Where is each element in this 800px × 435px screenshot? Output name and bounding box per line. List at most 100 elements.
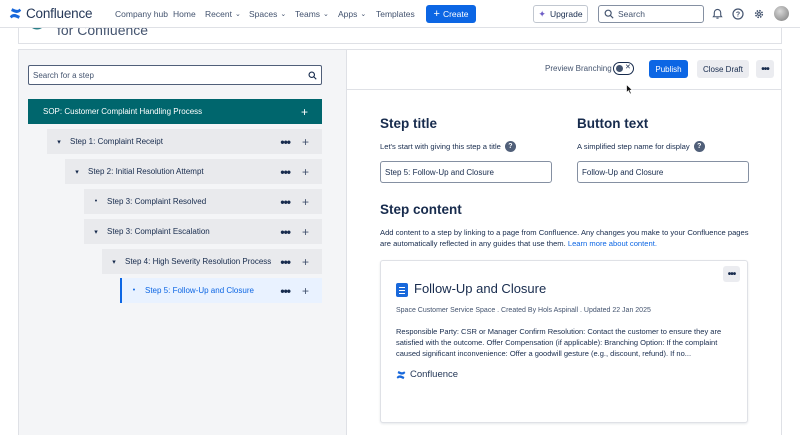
nav-teams[interactable]: Teams ⌄ <box>295 9 329 19</box>
button-text-input[interactable]: Follow-Up and Closure <box>577 161 749 183</box>
chevron-down-icon: ⌄ <box>280 11 287 18</box>
card-meta: Space Customer Service Space . Created B… <box>396 307 651 314</box>
nav-label: Templates <box>376 9 415 19</box>
notifications-bell-icon[interactable] <box>710 7 724 21</box>
button-text-description: A simplified step name for display ? <box>577 141 705 152</box>
step-title-value: Step 5: Follow-Up and Closure <box>385 167 494 177</box>
add-step-icon[interactable]: + <box>302 255 309 269</box>
create-button[interactable]: + Create <box>426 5 476 23</box>
help-icon[interactable]: ? <box>504 141 516 152</box>
collapse-chevron-icon[interactable]: ▾ <box>91 228 101 236</box>
nav-home[interactable]: Home <box>173 9 196 19</box>
tree-item-label: Step 4: High Severity Resolution Process <box>125 257 272 266</box>
tree-item-step-4[interactable]: ▾ Step 4: High Severity Resolution Proce… <box>102 249 322 274</box>
sparkle-icon: ✦ <box>538 8 546 19</box>
preview-branching-toggle[interactable]: ✕ <box>613 62 634 75</box>
button-text-heading: Button text <box>577 116 649 131</box>
leaf-bullet-icon: • <box>94 198 98 205</box>
more-options-button[interactable]: ••• <box>756 60 774 78</box>
linked-page-card[interactable]: ••• Follow-Up and Closure Space Customer… <box>380 260 748 423</box>
card-more-button[interactable]: ••• <box>723 266 740 282</box>
user-avatar[interactable] <box>774 6 789 21</box>
page-header-title: for Confluence <box>57 28 149 38</box>
more-actions-icon[interactable]: ••• <box>280 135 291 149</box>
tree-item-label: Step 3: Complaint Resolved <box>107 197 207 206</box>
tree-item-step-2[interactable]: ▾ Step 2: Initial Resolution Attempt •••… <box>65 159 322 184</box>
svg-text:?: ? <box>736 12 740 19</box>
tree-item-label: Step 3: Complaint Escalation <box>107 227 210 236</box>
more-icon: ••• <box>761 63 769 75</box>
confluence-logo[interactable]: Confluence <box>9 6 93 21</box>
card-brand-name: Confluence <box>410 369 459 380</box>
step-tree-panel: Search for a step SOP: Customer Complain… <box>19 50 347 435</box>
preview-branching-label: Preview Branching <box>545 64 612 73</box>
step-title-input[interactable]: Step 5: Follow-Up and Closure <box>380 161 552 183</box>
chevron-down-icon: ⌄ <box>323 11 329 18</box>
nav-company-hub[interactable]: Company hub <box>115 9 168 19</box>
add-step-icon[interactable]: + <box>302 284 309 298</box>
more-actions-icon[interactable]: ••• <box>280 284 291 298</box>
collapse-chevron-icon[interactable]: ▾ <box>54 138 64 146</box>
confluence-logo-icon <box>9 8 22 19</box>
tree-item-step-3-resolved[interactable]: • Step 3: Complaint Resolved ••• + <box>84 189 322 214</box>
button-text-description-text: A simplified step name for display <box>577 142 690 151</box>
nav-label: Apps <box>338 9 358 19</box>
help-icon[interactable]: ? <box>731 7 745 21</box>
more-actions-icon[interactable]: ••• <box>280 165 291 179</box>
tree-item-label: Step 1: Complaint Receipt <box>70 137 163 146</box>
add-step-icon[interactable]: + <box>302 165 309 179</box>
step-editor-panel: Preview Branching ✕ Publish Close Draft … <box>347 50 781 435</box>
card-source-brand: Confluence <box>396 369 458 380</box>
nav-templates[interactable]: Templates <box>376 9 415 19</box>
nav-spaces[interactable]: Spaces ⌄ <box>249 9 286 19</box>
nav-label: Spaces <box>249 9 278 19</box>
publish-button[interactable]: Publish <box>649 60 688 78</box>
step-title-description-text: Let's start with giving this step a titl… <box>380 142 501 151</box>
chevron-down-icon: ⌄ <box>234 11 241 18</box>
tree-item-label: Step 5: Follow-Up and Closure <box>145 286 254 295</box>
upgrade-button[interactable]: ✦ Upgrade <box>533 5 588 23</box>
add-step-icon[interactable]: + <box>302 195 309 209</box>
search-icon <box>308 70 317 80</box>
nav-apps[interactable]: Apps ⌄ <box>338 9 366 19</box>
more-actions-icon[interactable]: ••• <box>280 195 291 209</box>
add-step-icon[interactable]: + <box>302 135 309 149</box>
step-content-heading: Step content <box>380 202 462 217</box>
close-draft-button[interactable]: Close Draft <box>697 60 749 78</box>
tree-item-step-5[interactable]: • Step 5: Follow-Up and Closure ••• + <box>120 278 322 303</box>
tree-item-step-1[interactable]: ▾ Step 1: Complaint Receipt ••• + <box>47 129 322 154</box>
nav-recent[interactable]: Recent ⌄ <box>205 9 241 19</box>
collapse-chevron-icon[interactable]: ▾ <box>72 168 82 176</box>
global-search-input[interactable]: Search <box>598 5 704 23</box>
tree-item-step-3-escalation[interactable]: ▾ Step 3: Complaint Escalation ••• + <box>84 219 322 244</box>
help-icon[interactable]: ? <box>693 141 705 152</box>
page-header: for Confluence <box>18 28 782 44</box>
more-actions-icon[interactable]: ••• <box>280 225 291 239</box>
nav-label: Recent <box>205 9 232 19</box>
toggle-knob <box>616 64 623 72</box>
chevron-down-icon: ⌄ <box>360 11 367 18</box>
step-search-input[interactable]: Search for a step <box>28 65 322 85</box>
settings-gear-icon[interactable] <box>752 7 766 21</box>
app-logo-icon <box>32 28 42 30</box>
add-step-icon[interactable]: + <box>301 105 308 119</box>
card-title[interactable]: Follow-Up and Closure <box>414 281 546 296</box>
button-text-value: Follow-Up and Closure <box>582 167 664 177</box>
top-navigation: Confluence Company hub Home Recent ⌄ Spac… <box>0 0 800 28</box>
leaf-bullet-icon: • <box>132 287 136 294</box>
tree-root-item[interactable]: SOP: Customer Complaint Handling Process… <box>28 99 322 124</box>
learn-more-link[interactable]: Learn more about content. <box>568 239 657 248</box>
step-title-description: Let's start with giving this step a titl… <box>380 141 516 152</box>
more-actions-icon[interactable]: ••• <box>280 255 291 269</box>
page-document-icon <box>396 283 408 297</box>
brand-name: Confluence <box>26 6 93 21</box>
guide-editor: Search for a step SOP: Customer Complain… <box>18 49 782 435</box>
add-step-icon[interactable]: + <box>302 225 309 239</box>
step-content-description: Add content to a step by linking to a pa… <box>380 227 760 249</box>
nav-label: Company hub <box>115 9 168 19</box>
step-title-heading: Step title <box>380 116 438 131</box>
collapse-chevron-icon[interactable]: ▾ <box>109 258 119 266</box>
step-content-description-text: Add content to a step by linking to a pa… <box>380 228 749 248</box>
close-draft-label: Close Draft <box>702 64 743 74</box>
nav-label: Home <box>173 9 196 19</box>
